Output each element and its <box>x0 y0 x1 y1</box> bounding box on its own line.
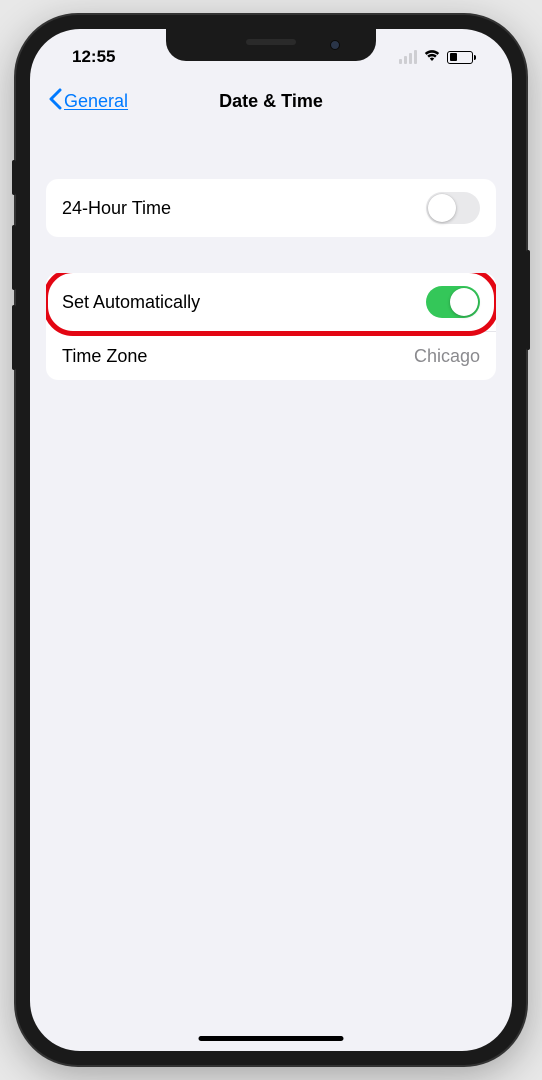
row-24-hour-time: 24-Hour Time <box>46 179 496 237</box>
volume-up-button <box>12 225 16 290</box>
phone-frame: 12:55 <box>16 15 526 1065</box>
row-label: Set Automatically <box>62 292 200 313</box>
page-title: Date & Time <box>219 91 323 112</box>
row-set-automatically: Set Automatically <box>46 273 496 331</box>
row-label: 24-Hour Time <box>62 198 171 219</box>
cellular-signal-icon <box>399 50 417 64</box>
row-time-zone[interactable]: Time Zone Chicago <box>46 332 496 380</box>
toggle-knob <box>428 194 456 222</box>
back-label: General <box>64 91 128 112</box>
wifi-icon <box>423 48 441 67</box>
content: 24-Hour Time Set Automatically <box>30 179 512 380</box>
status-time: 12:55 <box>72 47 115 67</box>
settings-group-2: Set Automatically Time Zone Chicago <box>46 273 496 380</box>
screen: 12:55 <box>30 29 512 1051</box>
toggle-24-hour-time[interactable] <box>426 192 480 224</box>
chevron-left-icon <box>48 88 62 115</box>
toggle-knob <box>450 288 478 316</box>
settings-group-1: 24-Hour Time <box>46 179 496 237</box>
status-right <box>399 48 476 67</box>
volume-down-button <box>12 305 16 370</box>
toggle-set-automatically[interactable] <box>426 286 480 318</box>
back-button[interactable]: General <box>48 88 128 115</box>
speaker <box>246 39 296 45</box>
home-indicator[interactable] <box>199 1036 344 1041</box>
row-value: Chicago <box>414 346 480 367</box>
silence-switch <box>12 160 16 195</box>
row-label: Time Zone <box>62 346 147 367</box>
power-button <box>526 250 530 350</box>
highlighted-row: Set Automatically <box>46 273 496 331</box>
battery-icon <box>447 51 476 64</box>
notch <box>166 29 376 61</box>
nav-bar: General Date & Time <box>30 77 512 133</box>
front-camera <box>330 40 340 50</box>
